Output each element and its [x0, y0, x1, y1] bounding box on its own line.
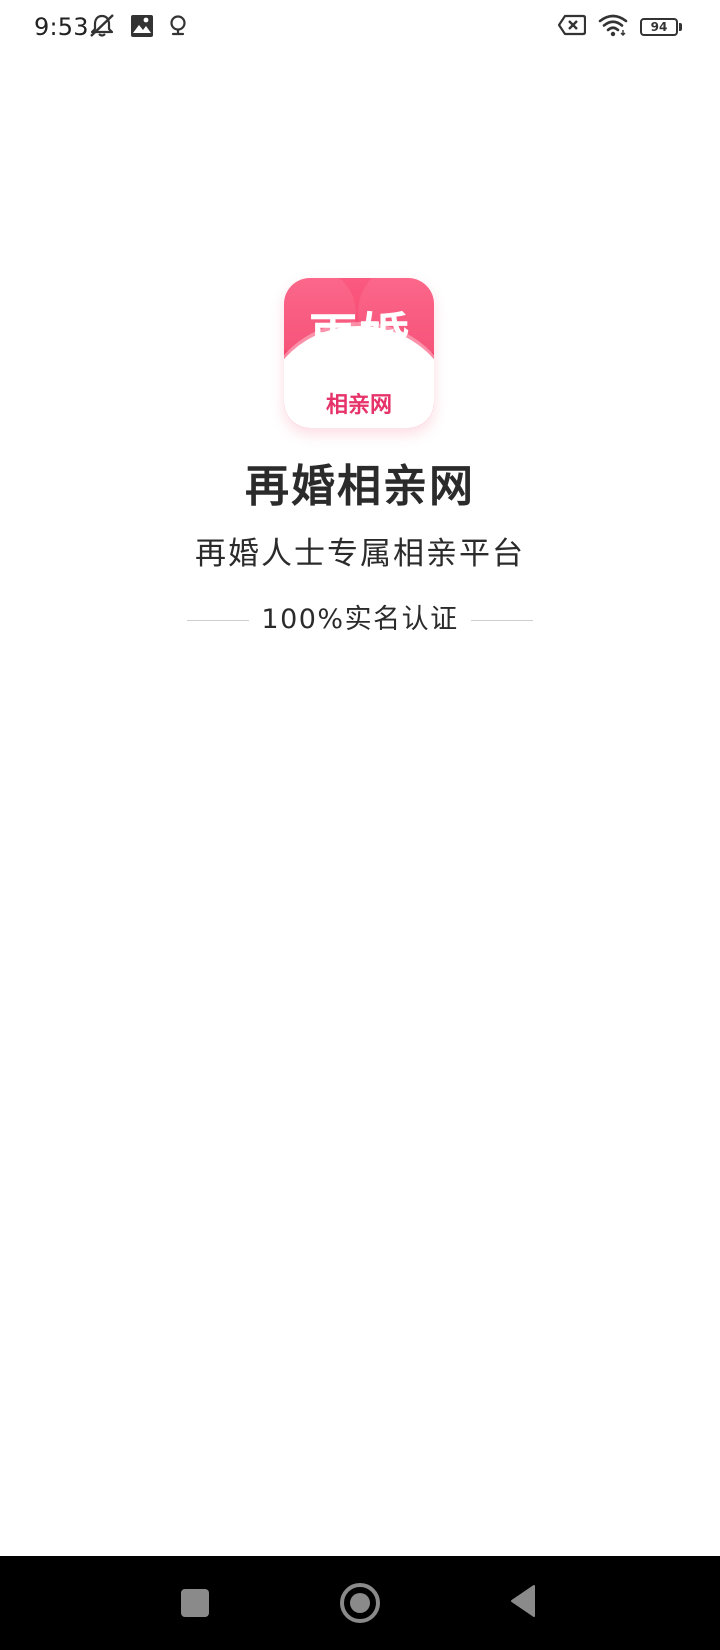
status-bar: 9:53 94 [0, 0, 720, 54]
status-time: 9:53 [34, 13, 89, 41]
location-icon [168, 14, 188, 42]
recents-icon [181, 1589, 209, 1617]
divider-left [187, 619, 250, 621]
app-logo: 再婚 相亲网 [284, 278, 434, 428]
status-left-icons [88, 13, 188, 43]
app-name: 再婚相亲网 [245, 461, 475, 512]
back-button[interactable] [478, 1556, 568, 1650]
divider-right [470, 619, 533, 621]
recents-button[interactable] [150, 1556, 240, 1650]
battery-level: 94 [640, 18, 678, 36]
app-tagline: 再婚人士专属相亲平台 [195, 536, 525, 572]
muted-bell-icon [88, 13, 116, 43]
status-right-icons: 94 [557, 13, 682, 41]
verification-text: 100%实名认证 [261, 604, 459, 635]
home-icon [340, 1583, 380, 1623]
no-sim-icon [557, 14, 587, 40]
verification-row: 100%实名认证 [0, 600, 720, 640]
wifi-icon [598, 13, 628, 41]
photo-icon [130, 14, 154, 42]
battery-icon: 94 [640, 17, 682, 37]
back-icon [508, 1584, 538, 1622]
home-icon-dot [350, 1593, 370, 1613]
battery-tip [679, 23, 682, 31]
navigation-bar [0, 1556, 720, 1650]
home-button[interactable] [315, 1556, 405, 1650]
logo-sub-text: 相亲网 [325, 393, 392, 418]
